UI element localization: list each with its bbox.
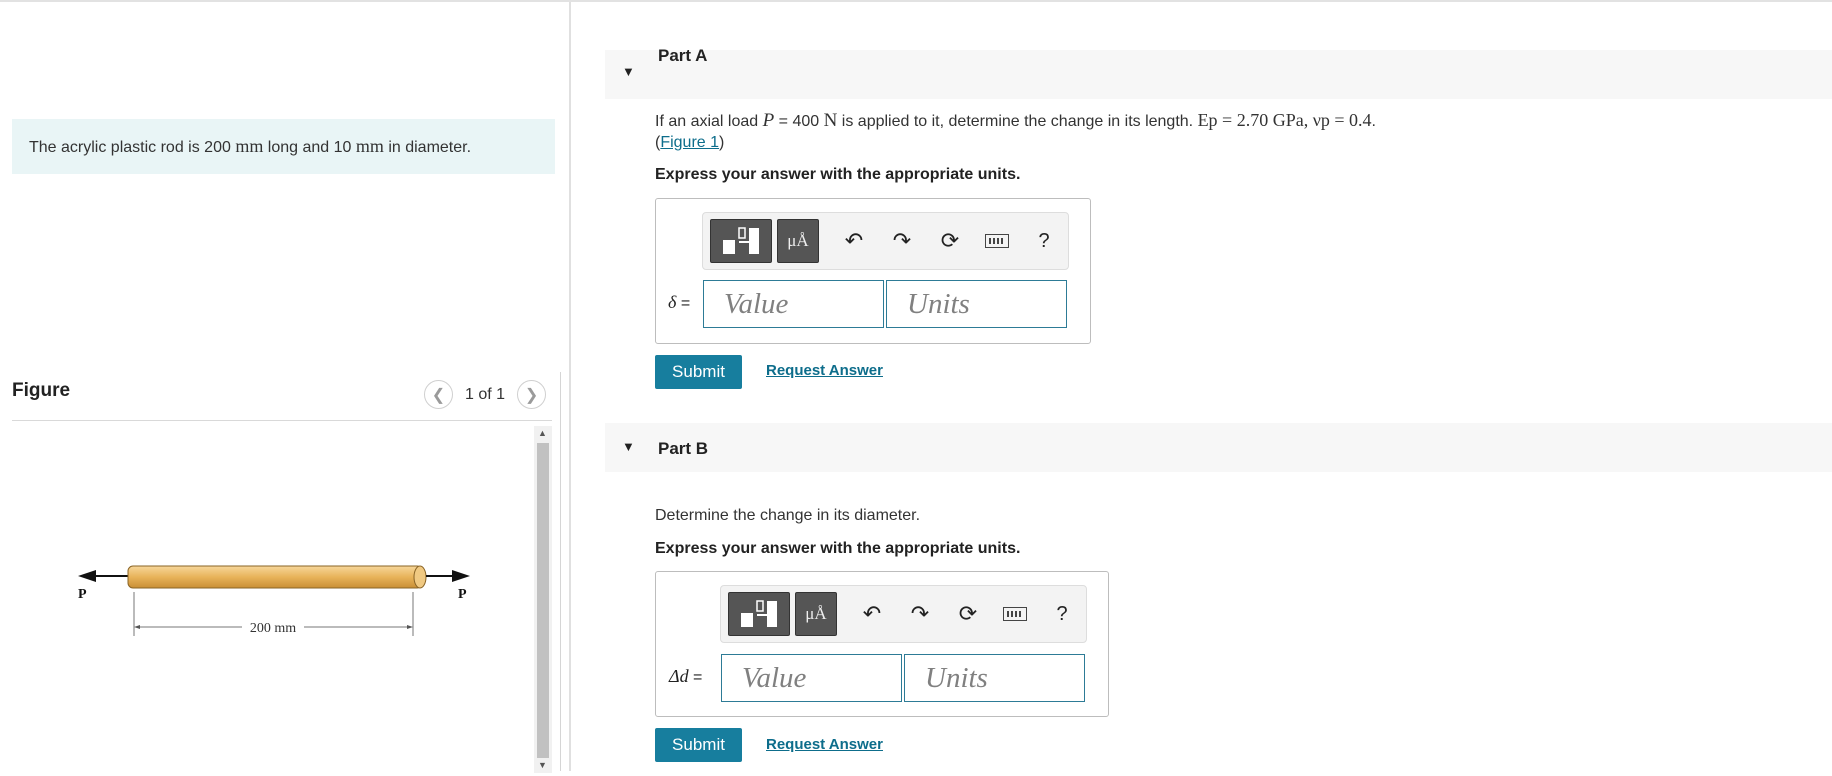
units-button[interactable]: μÅ bbox=[777, 219, 819, 263]
reset-icon[interactable]: ⟳ bbox=[955, 601, 981, 627]
fraction-template-icon bbox=[723, 227, 759, 254]
acrylic-rod bbox=[127, 565, 423, 589]
part-b-question: Determine the change in its diameter. bbox=[655, 507, 921, 524]
figure-divider bbox=[12, 420, 552, 421]
caret-down-icon[interactable]: ▼ bbox=[622, 64, 635, 79]
question-mid: is applied to it, determine the change i… bbox=[837, 113, 1198, 130]
part-b-express: Express your answer with the appropriate… bbox=[655, 540, 1021, 557]
intro-text-before: The acrylic plastic rod is 200 bbox=[29, 139, 236, 156]
left-arrowhead bbox=[78, 570, 96, 582]
redo-icon[interactable]: ↷ bbox=[907, 601, 933, 627]
reset-icon[interactable]: ⟳ bbox=[937, 228, 963, 254]
pane-separator bbox=[560, 372, 561, 771]
part-b-toolbar: μÅ ↶ ↷ ⟳ ? bbox=[720, 585, 1087, 643]
figure-page-indicator: 1 of 1 bbox=[465, 385, 506, 403]
undo-icon[interactable]: ↶ bbox=[841, 228, 867, 254]
part-a-header[interactable]: ▼ Part A bbox=[605, 46, 1832, 99]
dim-arrow-left bbox=[134, 625, 140, 629]
part-a-variable-label: δ = bbox=[668, 292, 690, 313]
part-a-equals: = bbox=[676, 295, 691, 312]
part-b-request-answer-link[interactable]: Request Answer bbox=[766, 736, 883, 753]
keyboard-icon[interactable] bbox=[985, 234, 1009, 248]
chevron-left-icon: ❮ bbox=[431, 386, 446, 404]
figure-scrollbar[interactable]: ▲ ▼ bbox=[534, 426, 552, 773]
load-symbol: P bbox=[762, 110, 775, 131]
part-a-toolbar: μÅ ↶ ↷ ⟳ ? bbox=[702, 212, 1069, 270]
keyboard-icon[interactable] bbox=[1003, 607, 1027, 621]
undo-icon[interactable]: ↶ bbox=[859, 601, 885, 627]
chevron-right-icon: ❯ bbox=[524, 386, 539, 404]
question-end: . bbox=[1371, 113, 1376, 130]
dimension-label: 200 mm bbox=[250, 621, 296, 636]
scroll-up-icon[interactable]: ▲ bbox=[538, 428, 547, 438]
part-a-submit-button[interactable]: Submit bbox=[655, 355, 742, 389]
fraction-template-icon bbox=[741, 600, 777, 627]
part-a-request-answer-link[interactable]: Request Answer bbox=[766, 362, 883, 379]
problem-intro: The acrylic plastic rod is 200 mm long a… bbox=[12, 119, 555, 174]
load-label-left: P bbox=[78, 587, 87, 602]
caret-down-icon[interactable]: ▼ bbox=[622, 439, 635, 454]
figure-title: Figure bbox=[12, 380, 71, 401]
load-value: = 400 bbox=[774, 113, 824, 130]
figure-link-close: ) bbox=[719, 134, 725, 151]
intro-unit-length: mm bbox=[235, 136, 264, 156]
figure-link-line: (Figure 1) bbox=[655, 134, 724, 152]
figure-link[interactable]: Figure 1 bbox=[660, 134, 719, 151]
load-label-right: P bbox=[458, 587, 467, 602]
question-prefix: If an axial load bbox=[655, 113, 763, 130]
fraction-template-button[interactable] bbox=[710, 219, 772, 263]
figure-prev-button[interactable]: ❮ bbox=[424, 380, 453, 409]
part-a-question: If an axial load P = 400 N is applied to… bbox=[655, 110, 1376, 132]
part-b-submit-button[interactable]: Submit bbox=[655, 728, 742, 762]
intro-unit-diameter: mm bbox=[355, 136, 384, 156]
part-b-title: Part B bbox=[658, 439, 709, 458]
part-b-variable-label: Δd = bbox=[669, 666, 702, 687]
redo-icon[interactable]: ↷ bbox=[889, 228, 915, 254]
intro-text-mid: long and 10 bbox=[263, 139, 356, 156]
units-button[interactable]: μÅ bbox=[795, 592, 837, 636]
load-unit: N bbox=[823, 110, 838, 131]
scrollbar-thumb[interactable] bbox=[537, 443, 549, 758]
dim-arrow-right bbox=[407, 625, 413, 629]
problem-pane: The acrylic plastic rod is 200 mm long a… bbox=[0, 2, 571, 773]
part-b-variable: Δd bbox=[669, 666, 689, 686]
part-a-value-input[interactable]: Value bbox=[703, 280, 884, 328]
figure-nav: ❮ 1 of 1 ❯ bbox=[424, 380, 547, 409]
help-button[interactable]: ? bbox=[1031, 230, 1057, 253]
rod-diagram: P P 200 mm bbox=[78, 565, 470, 636]
part-b-header[interactable]: ▼ Part B bbox=[605, 423, 1832, 472]
figure-next-button[interactable]: ❯ bbox=[517, 380, 547, 409]
help-button[interactable]: ? bbox=[1049, 603, 1075, 626]
part-a-express: Express your answer with the appropriate… bbox=[655, 166, 1021, 183]
part-b-equals: = bbox=[688, 669, 703, 686]
intro-text-after: in diameter. bbox=[383, 139, 472, 156]
fraction-template-button[interactable] bbox=[728, 592, 790, 636]
right-arrowhead bbox=[452, 570, 470, 582]
figure-image: P P 200 mm bbox=[12, 426, 532, 771]
part-b-units-input[interactable]: Units bbox=[904, 654, 1085, 702]
part-a-units-input[interactable]: Units bbox=[886, 280, 1067, 328]
material-properties: Ep = 2.70 GPa, νp = 0.4 bbox=[1197, 110, 1372, 130]
scroll-down-icon[interactable]: ▼ bbox=[538, 760, 547, 770]
rod-end-face bbox=[413, 565, 427, 589]
part-b-value-input[interactable]: Value bbox=[721, 654, 902, 702]
part-a-title: Part A bbox=[658, 46, 708, 65]
